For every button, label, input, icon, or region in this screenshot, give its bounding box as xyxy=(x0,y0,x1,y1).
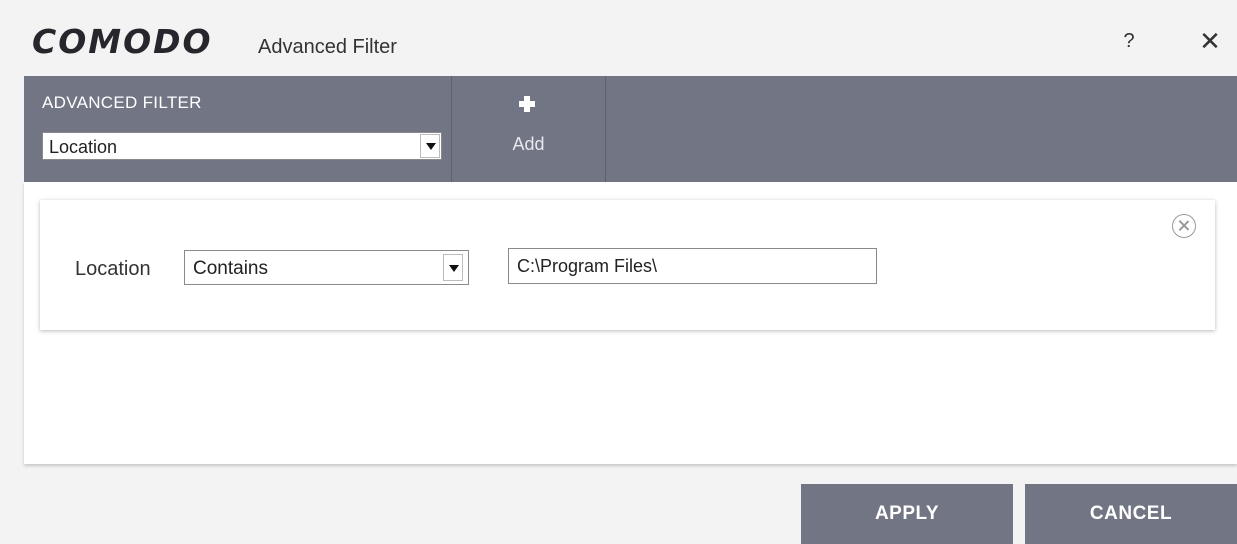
help-button[interactable]: ? xyxy=(1114,26,1144,56)
title-bar: COMODO Advanced Filter ? ✕ xyxy=(0,8,1237,76)
window-title: Advanced Filter xyxy=(258,36,397,58)
plus-icon xyxy=(517,94,537,114)
condition-value: Contains xyxy=(193,258,268,279)
cancel-button[interactable]: CANCEL xyxy=(1025,484,1237,544)
close-button[interactable]: ✕ xyxy=(1195,26,1225,56)
filter-type-value: Location xyxy=(49,137,118,157)
advanced-filter-label: ADVANCED FILTER xyxy=(42,93,202,112)
add-button[interactable]: Add xyxy=(452,76,606,182)
filter-type-dropdown[interactable]: Location xyxy=(42,132,442,160)
dropdown-arrow-icon[interactable] xyxy=(420,134,440,158)
comodo-logo: COMODO xyxy=(32,22,213,61)
filter-rules-panel: Location Contains xyxy=(24,182,1237,464)
advanced-filter-section: ADVANCED FILTER Location xyxy=(24,76,452,182)
condition-dropdown[interactable]: Contains xyxy=(184,250,469,285)
rule-field-label: Location xyxy=(75,258,151,280)
add-label: Add xyxy=(512,134,545,154)
advanced-filter-dialog: COMODO Advanced Filter ? ✕ ADVANCED FILT… xyxy=(0,0,1237,544)
rule-value-input[interactable] xyxy=(508,248,877,284)
filter-rule-card: Location Contains xyxy=(40,200,1215,330)
dropdown-arrow-icon[interactable] xyxy=(443,254,463,281)
toolbar: ADVANCED FILTER Location Add xyxy=(24,76,1237,182)
remove-rule-icon[interactable] xyxy=(1172,214,1196,238)
apply-button[interactable]: APPLY xyxy=(801,484,1013,544)
